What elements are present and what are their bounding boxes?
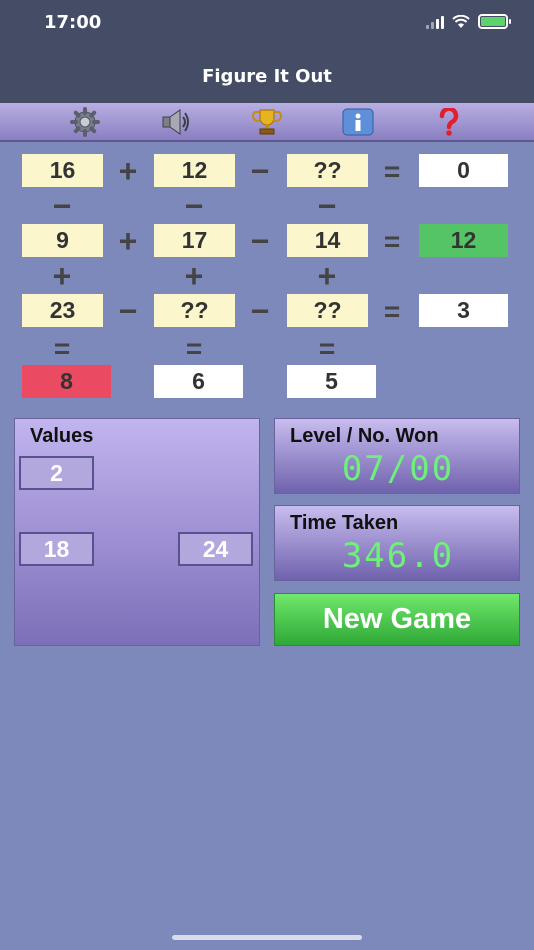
new-game-button[interactable]: New Game xyxy=(274,593,520,646)
grid-op-r2-2: − xyxy=(250,222,270,259)
grid-col-equals-c1: = xyxy=(53,333,71,364)
grid-cell-r2-c2: 17 xyxy=(154,224,235,257)
grid-col-op-c1-2: + xyxy=(52,257,72,294)
time-value: 346.0 xyxy=(341,536,455,576)
grid-cell-r2-c1: 9 xyxy=(22,224,103,257)
value-tile[interactable]: 24 xyxy=(178,532,253,566)
cellular-signal-icon xyxy=(426,15,444,29)
grid-equals-r3: = xyxy=(383,296,401,327)
time-panel: Time Taken 346.0 xyxy=(274,505,520,581)
grid-col-result-c1: 8 xyxy=(22,365,111,398)
level-value: 07/00 xyxy=(341,449,455,489)
grid-cell-r3-c1: 23 xyxy=(22,294,103,327)
values-label: Values xyxy=(30,425,94,447)
speaker-icon[interactable] xyxy=(159,107,193,137)
grid-col-equals-c3: = xyxy=(318,333,336,364)
app-title: Figure It Out xyxy=(202,66,332,87)
level-panel: Level / No. Won 07/00 xyxy=(274,418,520,494)
grid-cell-r2-c3: 14 xyxy=(287,224,368,257)
time-label: Time Taken xyxy=(290,512,399,534)
gear-icon[interactable] xyxy=(68,106,102,137)
grid-result-r1: 0 xyxy=(419,154,508,187)
wifi-icon xyxy=(452,14,470,28)
status-icons xyxy=(426,14,511,29)
grid-op-r1-2: − xyxy=(250,152,270,189)
grid-equals-r1: = xyxy=(383,156,401,187)
value-tile[interactable]: 18 xyxy=(19,532,94,566)
grid-col-op-c2-1: − xyxy=(184,187,204,224)
grid-equals-r2: = xyxy=(383,226,401,257)
grid-op-r1-1: + xyxy=(118,152,138,189)
grid-col-result-c2: 6 xyxy=(154,365,243,398)
grid-slot-r3-c3[interactable]: ?? xyxy=(287,294,368,327)
grid-col-result-c3: 5 xyxy=(287,365,376,398)
info-icon[interactable] xyxy=(341,107,375,137)
toolbar xyxy=(0,103,534,142)
grid-col-op-c2-2: + xyxy=(184,257,204,294)
trophy-icon[interactable] xyxy=(250,107,284,137)
grid-col-op-c1-1: − xyxy=(52,187,72,224)
value-tile[interactable]: 2 xyxy=(19,456,94,490)
grid-op-r2-1: + xyxy=(118,222,138,259)
question-icon[interactable] xyxy=(432,107,466,137)
app-header: 17:00 Figure It Out xyxy=(0,0,534,103)
grid-slot-r3-c2[interactable]: ?? xyxy=(154,294,235,327)
grid-col-equals-c2: = xyxy=(185,333,203,364)
grid-slot-r1-c3[interactable]: ?? xyxy=(287,154,368,187)
grid-op-r3-1: − xyxy=(118,292,138,329)
grid-result-r3: 3 xyxy=(419,294,508,327)
grid-cell-r1-c1: 16 xyxy=(22,154,103,187)
grid-op-r3-2: − xyxy=(250,292,270,329)
status-time: 17:00 xyxy=(44,12,102,33)
grid-col-op-c3-2: + xyxy=(317,257,337,294)
values-panel: Values 2 18 24 xyxy=(14,418,260,646)
grid-col-op-c3-1: − xyxy=(317,187,337,224)
level-label: Level / No. Won xyxy=(290,425,439,447)
home-indicator[interactable] xyxy=(172,935,362,940)
grid-cell-r1-c2: 12 xyxy=(154,154,235,187)
battery-icon xyxy=(478,14,511,29)
grid-result-r2: 12 xyxy=(419,224,508,257)
